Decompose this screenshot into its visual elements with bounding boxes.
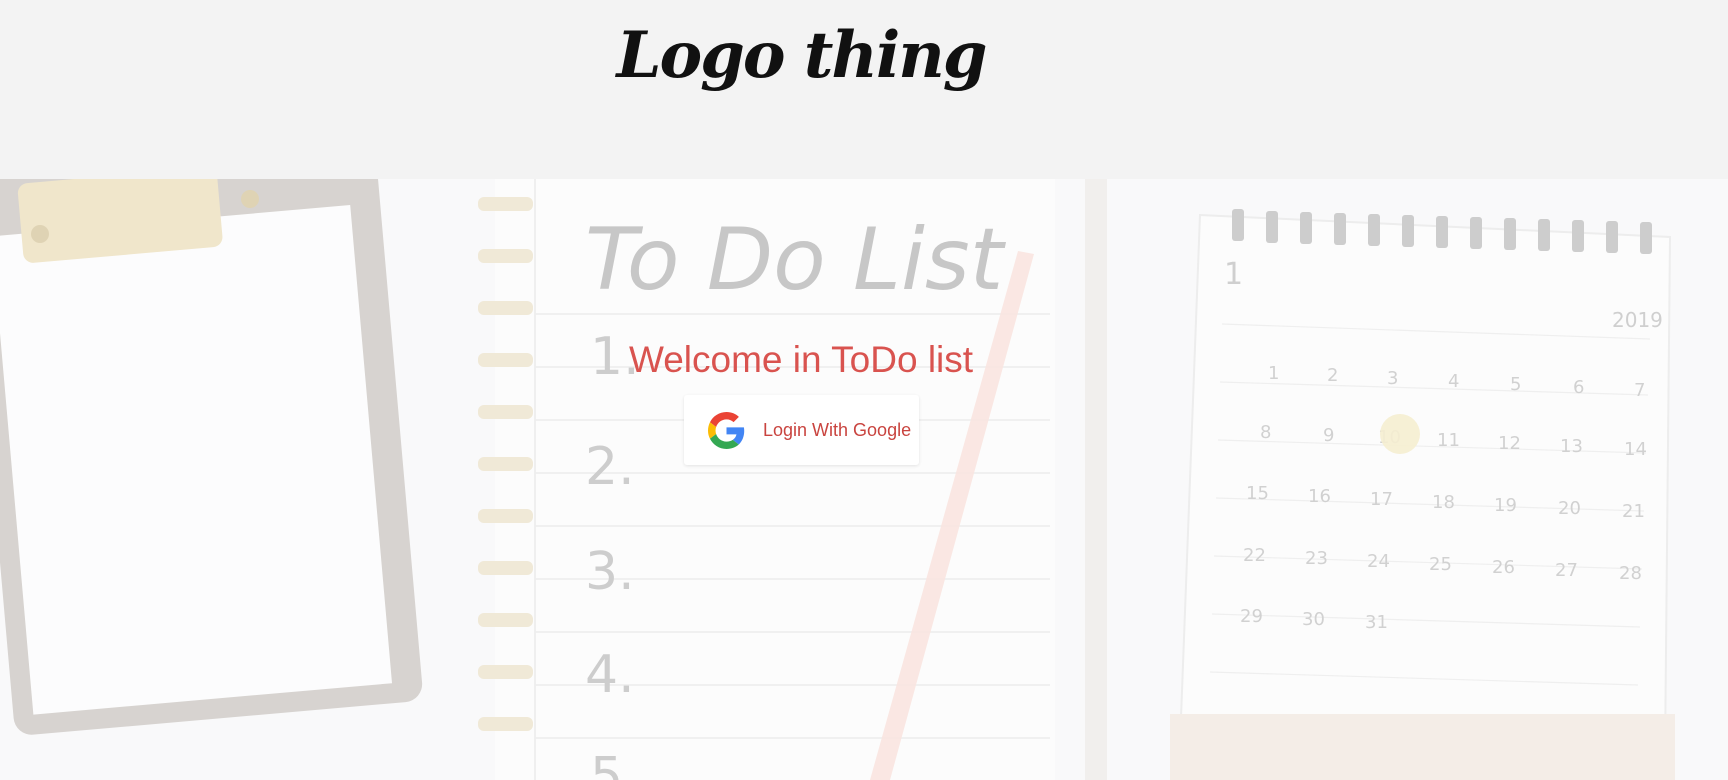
- login-with-google-button[interactable]: Login With Google: [684, 395, 919, 465]
- google-g-icon: [708, 412, 745, 449]
- header: Logo thing: [0, 0, 1728, 179]
- hero-background: To Do List 1. 2. 3. 4. 5. 1 2019 1 2 3 4…: [0, 179, 1728, 780]
- logo[interactable]: Logo thing: [0, 18, 1602, 93]
- welcome-title: Welcome in ToDo list: [628, 339, 974, 380]
- hero-illustration: To Do List 1. 2. 3. 4. 5. 1 2019 1 2 3 4…: [0, 179, 1728, 780]
- login-button-label: Login With Google: [763, 420, 912, 440]
